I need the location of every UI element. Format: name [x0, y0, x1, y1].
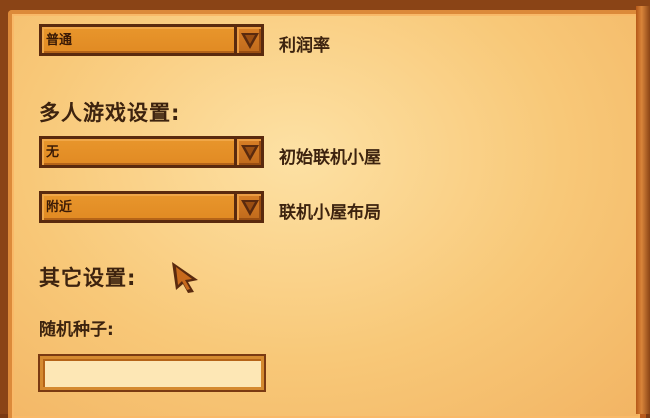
pointer-cursor-icon [172, 262, 198, 293]
triangle-down-icon [241, 200, 259, 216]
profit-margin-dropdown-button[interactable] [234, 24, 264, 56]
panel-right-edge [636, 6, 650, 414]
random-seed-label: 随机种子: [39, 320, 114, 340]
profit-margin-label: 利润率 [279, 36, 330, 56]
profit-margin-value: 普通 [46, 33, 73, 48]
multiplayer-settings-heading: 多人游戏设置: [39, 101, 181, 125]
cabin-layout-dropdown-button[interactable] [234, 191, 264, 223]
random-seed-input[interactable] [40, 356, 264, 390]
other-settings-heading: 其它设置: [39, 266, 137, 290]
starting-cabins-dropdown[interactable]: 无 [39, 136, 263, 168]
starting-cabins-value: 无 [46, 145, 60, 160]
triangle-down-icon [241, 145, 259, 161]
starting-cabins-dropdown-button[interactable] [234, 136, 264, 168]
profit-margin-dropdown[interactable]: 普通 [39, 24, 263, 56]
cabin-layout-value: 附近 [46, 200, 73, 215]
cabin-layout-label: 联机小屋布局 [279, 203, 381, 223]
cabin-layout-dropdown[interactable]: 附近 [39, 191, 263, 223]
triangle-down-icon [241, 33, 259, 49]
starting-cabins-label: 初始联机小屋 [279, 148, 381, 168]
